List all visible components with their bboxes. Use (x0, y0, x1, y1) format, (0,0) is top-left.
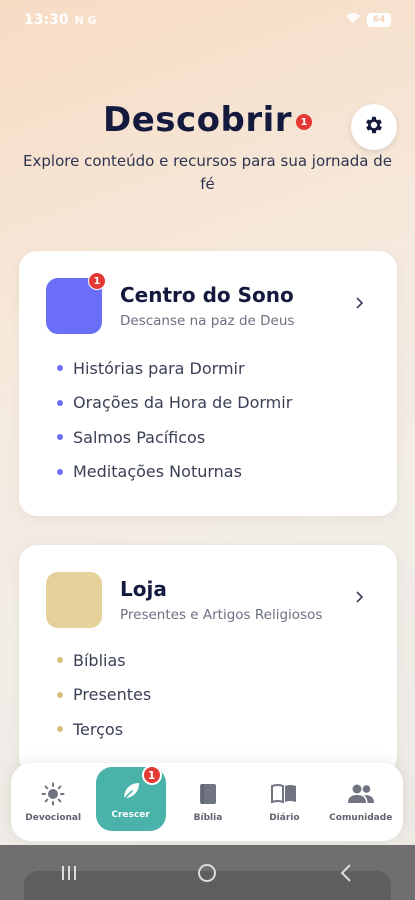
list-item[interactable]: Bíblias (57, 643, 151, 678)
list-item-label: Bíblias (73, 650, 126, 670)
nav-item-biblia[interactable]: Bíblia (174, 769, 242, 835)
status-indicators: N G (74, 13, 97, 27)
list-item[interactable]: Salmos Pacíficos (57, 420, 292, 455)
sun-icon (41, 781, 65, 807)
nav-label: Bíblia (193, 813, 223, 823)
shop-card[interactable]: Loja Presentes e Artigos Religiosos Bíbl… (19, 545, 397, 775)
card-header: 1 Centro do Sono Descanse na paz de Deus (46, 272, 294, 334)
recent-apps-icon[interactable] (49, 858, 89, 888)
chevron-right-icon[interactable] (351, 295, 367, 311)
card-title: Centro do Sono (120, 283, 294, 307)
list-item[interactable]: Terços (57, 712, 151, 747)
bullet (57, 657, 63, 664)
gear-icon (363, 114, 385, 140)
list-item-label: Meditações Noturnas (73, 462, 242, 482)
status-time: 13:30 (24, 12, 69, 28)
card-text: Loja Presentes e Artigos Religiosos (120, 577, 322, 623)
sleep-list: Histórias para Dormir Orações da Hora de… (57, 351, 292, 489)
nav-badge: 1 (141, 765, 162, 785)
page-subtitle: Explore conteúdo e recursos para sua jor… (23, 152, 392, 193)
notification-badge: 1 (296, 114, 313, 130)
back-icon[interactable] (326, 858, 366, 888)
shop-list: Bíblias Presentes Terços (57, 643, 151, 747)
list-item-label: Salmos Pacíficos (73, 427, 206, 447)
shop-icon (46, 572, 102, 628)
nav-item-crescer[interactable]: 1 Crescer (95, 765, 166, 831)
battery-icon: 64 (367, 13, 391, 27)
list-item-label: Terços (73, 719, 124, 739)
status-right: 64 (345, 12, 391, 28)
list-item-label: Histórias para Dormir (73, 358, 245, 378)
people-icon (347, 781, 375, 807)
settings-button[interactable] (351, 104, 397, 150)
nav-label: Comunidade (329, 813, 393, 823)
card-header: Loja Presentes e Artigos Religiosos (46, 572, 322, 628)
card-title: Loja (120, 577, 167, 601)
nav-label: Devocional (25, 813, 82, 823)
bullet (57, 691, 63, 698)
bible-icon (197, 781, 219, 807)
home-icon[interactable] (187, 858, 227, 888)
card-text: Centro do Sono Descanse na paz de Deus (120, 283, 294, 329)
nav-label: Crescer (111, 810, 150, 820)
bullet (57, 726, 63, 733)
bullet (57, 434, 63, 441)
page-title: Descobrir (102, 100, 293, 140)
list-item-label: Presentes (73, 685, 152, 705)
system-nav-bar (0, 845, 415, 900)
status-bar: 13:30 N G 64 (0, 0, 415, 40)
list-item[interactable]: Histórias para Dormir (57, 351, 292, 386)
leaf-icon (119, 778, 143, 804)
list-item[interactable]: Meditações Noturnas (57, 455, 292, 490)
bottom-nav: Devocional 1 Crescer Bíblia Diário Comun… (11, 763, 403, 841)
card-subtitle: Presentes e Artigos Religiosos (120, 607, 323, 623)
chevron-right-icon[interactable] (351, 589, 367, 605)
bullet (57, 468, 63, 475)
nav-item-devocional[interactable]: Devocional (19, 769, 87, 835)
card-subtitle: Descanse na paz de Deus (120, 313, 295, 329)
nav-item-comunidade[interactable]: Comunidade (327, 769, 395, 835)
nav-item-diario[interactable]: Diário (250, 769, 318, 835)
wifi-icon (345, 12, 361, 28)
moon-icon: 1 (46, 272, 106, 334)
list-item[interactable]: Presentes (57, 678, 151, 713)
open-book-icon (271, 781, 297, 807)
bullet (57, 365, 63, 372)
list-item[interactable]: Orações da Hora de Dormir (57, 386, 292, 421)
bullet (57, 399, 63, 406)
list-item-label: Orações da Hora de Dormir (73, 393, 293, 413)
status-left: 13:30 N G (24, 12, 97, 28)
card-badge: 1 (88, 272, 106, 290)
sleep-center-card[interactable]: 1 Centro do Sono Descanse na paz de Deus… (19, 251, 397, 516)
nav-label: Diário (269, 813, 300, 823)
